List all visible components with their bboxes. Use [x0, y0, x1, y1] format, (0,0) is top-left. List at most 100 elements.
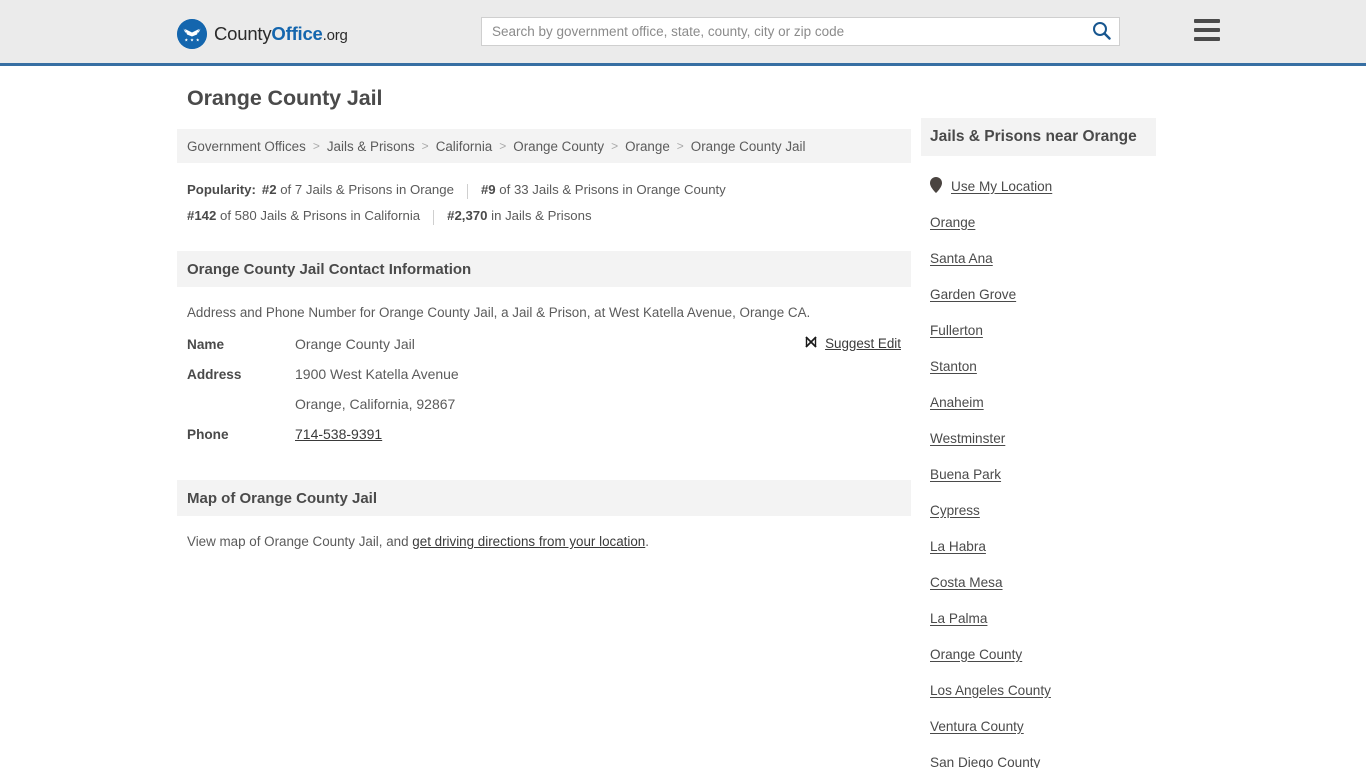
sidebar-item-stanton[interactable]: Stanton	[930, 348, 1156, 384]
countyoffice-eagle-logo-icon	[177, 19, 207, 49]
page-container: Orange County Jail Government Offices > …	[177, 66, 1183, 768]
suggest-edit-button[interactable]: Suggest Edit	[804, 335, 901, 352]
logo-text-office: Office	[271, 22, 323, 44]
popularity-item-4: #2,370 in Jails & Prisons	[447, 208, 591, 223]
contact-section-description: Address and Phone Number for Orange Coun…	[187, 305, 811, 320]
map-text-after: .	[645, 534, 649, 549]
use-my-location-link[interactable]: Use My Location	[951, 179, 1052, 194]
main-column: Orange County Jail Government Offices > …	[177, 86, 911, 559]
breadcrumb-separator: >	[611, 139, 619, 153]
contact-row-address-line2: Orange, California, 92867	[187, 396, 901, 426]
contact-value-phone: 714-538-9391	[295, 426, 382, 442]
sidebar-link-orange[interactable]: Orange	[930, 215, 975, 230]
map-pin-icon	[930, 176, 942, 196]
map-text-before: View map of Orange County Jail, and	[187, 534, 413, 549]
site-header: CountyOffice.org	[0, 0, 1366, 66]
sidebar-link-orange-county[interactable]: Orange County	[930, 647, 1022, 662]
sidebar-item-orange-county[interactable]: Orange County	[930, 636, 1156, 672]
popularity-text-3: of 580 Jails & Prisons in California	[220, 208, 421, 223]
breadcrumb-separator: >	[499, 139, 507, 153]
sidebar-item-costa-mesa[interactable]: Costa Mesa	[930, 564, 1156, 600]
popularity-text-1: of 7 Jails & Prisons in Orange	[280, 182, 454, 197]
search-input[interactable]	[482, 18, 1083, 45]
breadcrumb-item-orange[interactable]: Orange	[625, 139, 670, 154]
sidebar-item-anaheim[interactable]: Anaheim	[930, 384, 1156, 420]
popularity-rank-4: #2,370	[447, 208, 488, 223]
breadcrumb-item-government-offices[interactable]: Government Offices	[187, 139, 306, 154]
contact-key-name: Name	[187, 337, 225, 352]
sidebar-link-garden-grove[interactable]: Garden Grove	[930, 287, 1016, 302]
phone-link[interactable]: 714-538-9391	[295, 426, 382, 442]
sidebar-link-la-habra[interactable]: La Habra	[930, 539, 986, 554]
sidebar-link-stanton[interactable]: Stanton	[930, 359, 977, 374]
sidebar-heading: Jails & Prisons near Orange	[921, 118, 1156, 156]
sidebar-link-buena-park[interactable]: Buena Park	[930, 467, 1001, 482]
sidebar-link-los-angeles-county[interactable]: Los Angeles County	[930, 683, 1051, 698]
popularity-separator	[466, 184, 468, 200]
sidebar-item-fullerton[interactable]: Fullerton	[930, 312, 1156, 348]
sidebar-link-westminster[interactable]: Westminster	[930, 431, 1005, 446]
contact-value-address-line1: 1900 West Katella Avenue	[295, 366, 459, 382]
sidebar-link-ventura-county[interactable]: Ventura County	[930, 719, 1024, 734]
contact-details: Suggest Edit Name Orange County Jail Add…	[177, 330, 911, 464]
contact-row-address: Address 1900 West Katella Avenue	[187, 366, 901, 396]
breadcrumb-separator: >	[421, 139, 429, 153]
contact-key-address: Address	[187, 367, 242, 382]
hamburger-bar-3	[1194, 37, 1220, 41]
sidebar-item-westminster[interactable]: Westminster	[930, 420, 1156, 456]
sidebar-list: Use My Location Orange Santa Ana Garden …	[921, 156, 1156, 768]
sidebar-link-cypress[interactable]: Cypress	[930, 503, 980, 518]
popularity-text-2: of 33 Jails & Prisons in Orange County	[499, 182, 726, 197]
contact-value-name: Orange County Jail	[295, 336, 415, 352]
sidebar-item-garden-grove[interactable]: Garden Grove	[930, 276, 1156, 312]
contact-row-phone: Phone 714-538-9391	[187, 426, 901, 456]
suggest-edit-icon	[804, 335, 818, 352]
sidebar-link-san-diego-county[interactable]: San Diego County	[930, 755, 1040, 768]
popularity-text-4: in Jails & Prisons	[491, 208, 592, 223]
site-logo-link[interactable]: CountyOffice.org	[177, 19, 348, 49]
breadcrumb-item-orange-county[interactable]: Orange County	[513, 139, 604, 154]
sidebar-item-la-palma[interactable]: La Palma	[930, 600, 1156, 636]
sidebar-item-ventura-county[interactable]: Ventura County	[930, 708, 1156, 744]
sidebar-item-la-habra[interactable]: La Habra	[930, 528, 1156, 564]
search-bar[interactable]	[481, 17, 1120, 46]
sidebar-link-santa-ana[interactable]: Santa Ana	[930, 251, 993, 266]
page-title: Orange County Jail	[187, 86, 383, 110]
sidebar-link-anaheim[interactable]: Anaheim	[930, 395, 984, 410]
popularity-item-2: #9 of 33 Jails & Prisons in Orange Count…	[481, 182, 726, 197]
popularity-rank-2: #9	[480, 182, 496, 197]
driving-directions-link[interactable]: get driving directions from your locatio…	[412, 534, 645, 549]
contact-section-heading: Orange County Jail Contact Information	[177, 251, 911, 287]
logo-text-org: .org	[322, 26, 348, 44]
hamburger-bar-2	[1194, 28, 1220, 32]
popularity-rank-1: #2	[261, 182, 277, 197]
sidebar-item-buena-park[interactable]: Buena Park	[930, 456, 1156, 492]
breadcrumb-separator: >	[312, 139, 320, 153]
sidebar-item-santa-ana[interactable]: Santa Ana	[930, 240, 1156, 276]
popularity-item-1: #2 of 7 Jails & Prisons in Orange	[262, 182, 454, 197]
popularity-item-3: #142 of 580 Jails & Prisons in Californi…	[187, 208, 420, 223]
sidebar-item-san-diego-county[interactable]: San Diego County	[930, 744, 1156, 768]
contact-value-address-line2: Orange, California, 92867	[295, 396, 456, 412]
sidebar-item-orange[interactable]: Orange	[930, 204, 1156, 240]
contact-row-name: Name Orange County Jail	[187, 336, 901, 366]
search-button[interactable]	[1083, 18, 1119, 45]
sidebar-item-use-my-location[interactable]: Use My Location	[930, 168, 1156, 204]
sidebar-link-costa-mesa[interactable]: Costa Mesa	[930, 575, 1003, 590]
sidebar-link-la-palma[interactable]: La Palma	[930, 611, 987, 626]
hamburger-menu-icon[interactable]	[1194, 19, 1220, 41]
breadcrumb: Government Offices > Jails & Prisons > C…	[177, 129, 911, 163]
popularity-stats: Popularity: #2 of 7 Jails & Prisons in Or…	[177, 163, 911, 235]
popularity-label: Popularity:	[187, 182, 256, 197]
header-inner: CountyOffice.org	[177, 0, 1220, 63]
popularity-rank-3: #142	[187, 208, 217, 223]
sidebar-item-cypress[interactable]: Cypress	[930, 492, 1156, 528]
map-section-heading: Map of Orange County Jail	[177, 480, 911, 516]
breadcrumb-separator: >	[676, 139, 684, 153]
sidebar-item-los-angeles-county[interactable]: Los Angeles County	[930, 672, 1156, 708]
breadcrumb-item-california[interactable]: California	[436, 139, 493, 154]
search-icon	[1092, 21, 1111, 43]
breadcrumb-item-jails-prisons[interactable]: Jails & Prisons	[327, 139, 415, 154]
logo-text-county: County	[214, 22, 272, 44]
sidebar-link-fullerton[interactable]: Fullerton	[930, 323, 983, 338]
